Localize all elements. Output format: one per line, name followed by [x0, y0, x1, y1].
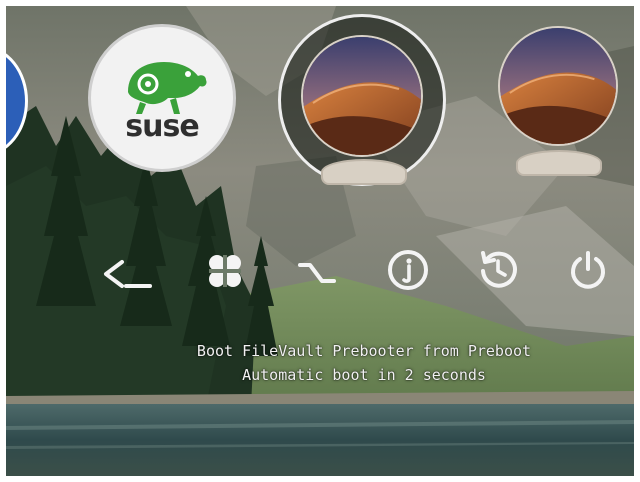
- shutdown-tool[interactable]: [566, 248, 610, 292]
- macos-mojave-icon: [498, 26, 618, 146]
- drive-base-icon: [321, 159, 407, 185]
- boot-entry-macos[interactable]: [496, 26, 622, 186]
- countdown-status-line: Automatic boot in 2 seconds: [242, 366, 486, 384]
- command-key-icon: [209, 255, 241, 287]
- about-tool[interactable]: [386, 248, 430, 292]
- power-icon: [571, 251, 605, 289]
- boot-picker-screen: suse Boot FileVault Prebooter from Prebo…: [6, 6, 634, 476]
- option-key-tool[interactable]: [294, 249, 338, 293]
- option-key-icon: [298, 263, 336, 283]
- shell-prompt-icon: [104, 260, 152, 288]
- suse-label: suse: [125, 109, 199, 144]
- command-key-tool[interactable]: [203, 249, 247, 293]
- drive-base-icon: [516, 150, 602, 176]
- suse-chameleon-icon: [128, 62, 207, 114]
- boot-entry-suse[interactable]: suse: [88, 24, 236, 172]
- macos-mojave-icon: [301, 35, 423, 157]
- shell-tool[interactable]: [98, 252, 158, 296]
- boot-status-line: Boot FileVault Prebooter from Preboot: [196, 342, 532, 360]
- reset-nvram-icon: [481, 251, 517, 288]
- boot-entry-macos-selected[interactable]: [278, 14, 446, 186]
- info-icon: [388, 250, 428, 290]
- reset-nvram-tool[interactable]: [476, 248, 520, 292]
